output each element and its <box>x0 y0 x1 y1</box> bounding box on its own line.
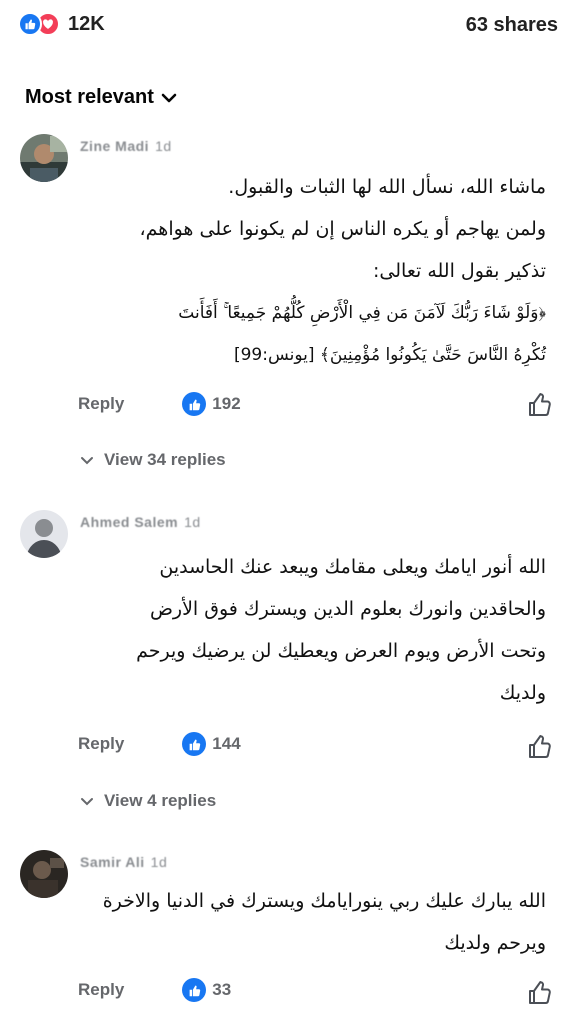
comment-line: الله أنور ايامك ويعلى مقامك ويبعد عنك ال… <box>159 556 546 578</box>
thumbs-up-icon[interactable] <box>527 980 553 1006</box>
comment-line: تُكْرِهُ النَّاسَ حَتَّىٰ يَكُونُوا مُؤْ… <box>233 345 546 365</box>
comment-text: ماشاء الله، نسأل الله لها الثبات والقبول… <box>66 166 546 376</box>
comment-line: ماشاء الله، نسأل الله لها الثبات والقبول… <box>228 176 546 198</box>
comment-sort-dropdown[interactable]: Most relevant <box>25 86 178 109</box>
comment-line: الله يبارك عليك ربي ينورايامك ويسترك في … <box>102 890 546 912</box>
avatar[interactable] <box>20 850 68 898</box>
like-count: 33 <box>212 980 232 999</box>
reactions-summary[interactable]: 12K <box>18 12 105 36</box>
like-reaction-icon <box>182 978 207 1002</box>
avatar[interactable] <box>20 134 68 182</box>
thumbs-up-icon[interactable] <box>527 734 553 760</box>
comment-author[interactable]: Ahmed Salem 1d <box>80 514 201 530</box>
view-replies-label: View 4 replies <box>104 791 217 810</box>
comment-time: 1d <box>150 854 168 870</box>
author-name: Ahmed Salem <box>80 514 179 530</box>
like-reaction-icon <box>182 732 207 756</box>
reply-button[interactable]: Reply <box>78 394 124 414</box>
reactions-count: 12K <box>68 12 105 35</box>
comment-time: 1d <box>184 514 201 530</box>
comment-line: وتحت الأرض ويوم العرض ويعطيك لن يرضيك وي… <box>136 640 546 662</box>
comment-line: ولديك <box>499 682 546 704</box>
comment-line: ﴿وَلَوْ شَاءَ رَبُّكَ لَآمَنَ مَن فِي ال… <box>178 303 546 323</box>
view-replies-label: View 34 replies <box>104 450 226 469</box>
comment-line: ويرحم ولديك <box>444 932 546 954</box>
comment-author[interactable]: Zine Madi 1d <box>80 138 172 154</box>
comment-line: تذكير بقول الله تعالى: <box>373 260 546 282</box>
author-name: Samir Ali <box>80 854 145 870</box>
chevron-down-icon <box>161 93 177 102</box>
chevron-down-icon <box>81 798 93 806</box>
comment-actions: Reply 33 <box>78 978 231 1002</box>
view-replies-link[interactable]: View 4 replies <box>80 791 216 811</box>
comment-like-count[interactable]: 33 <box>182 978 231 1002</box>
like-count: 144 <box>212 734 241 753</box>
sort-label: Most relevant <box>25 86 154 108</box>
reply-button[interactable]: Reply <box>78 734 124 754</box>
comment-text: الله أنور ايامك ويعلى مقامك ويبعد عنك ال… <box>66 546 546 714</box>
author-name: Zine Madi <box>80 138 150 154</box>
shares-count[interactable]: 63 shares <box>466 14 558 37</box>
post-stats-bar: 12K 63 shares <box>0 0 576 60</box>
comment-line: ولمن يهاجم أو يكره الناس إن لم يكونوا عل… <box>139 218 546 240</box>
like-reaction-icon <box>18 12 42 36</box>
view-replies-link[interactable]: View 34 replies <box>80 450 226 470</box>
comment-text: الله يبارك عليك ربي ينورايامك ويسترك في … <box>66 880 546 964</box>
comment-like-count[interactable]: 192 <box>182 392 241 416</box>
reply-button[interactable]: Reply <box>78 980 124 1000</box>
comment-actions: Reply 192 <box>78 392 241 416</box>
chevron-down-icon <box>81 457 93 465</box>
comment-time: 1d <box>155 138 172 154</box>
comment-line: والحاقدين وانورك بعلوم الدين ويسترك فوق … <box>149 598 546 620</box>
thumbs-up-icon[interactable] <box>527 392 553 418</box>
comment-like-count[interactable]: 144 <box>182 732 241 756</box>
like-count: 192 <box>212 394 241 413</box>
comment-actions: Reply 144 <box>78 732 241 756</box>
comment-author[interactable]: Samir Ali 1d <box>80 854 167 870</box>
avatar[interactable] <box>20 510 68 558</box>
like-reaction-icon <box>182 392 207 416</box>
